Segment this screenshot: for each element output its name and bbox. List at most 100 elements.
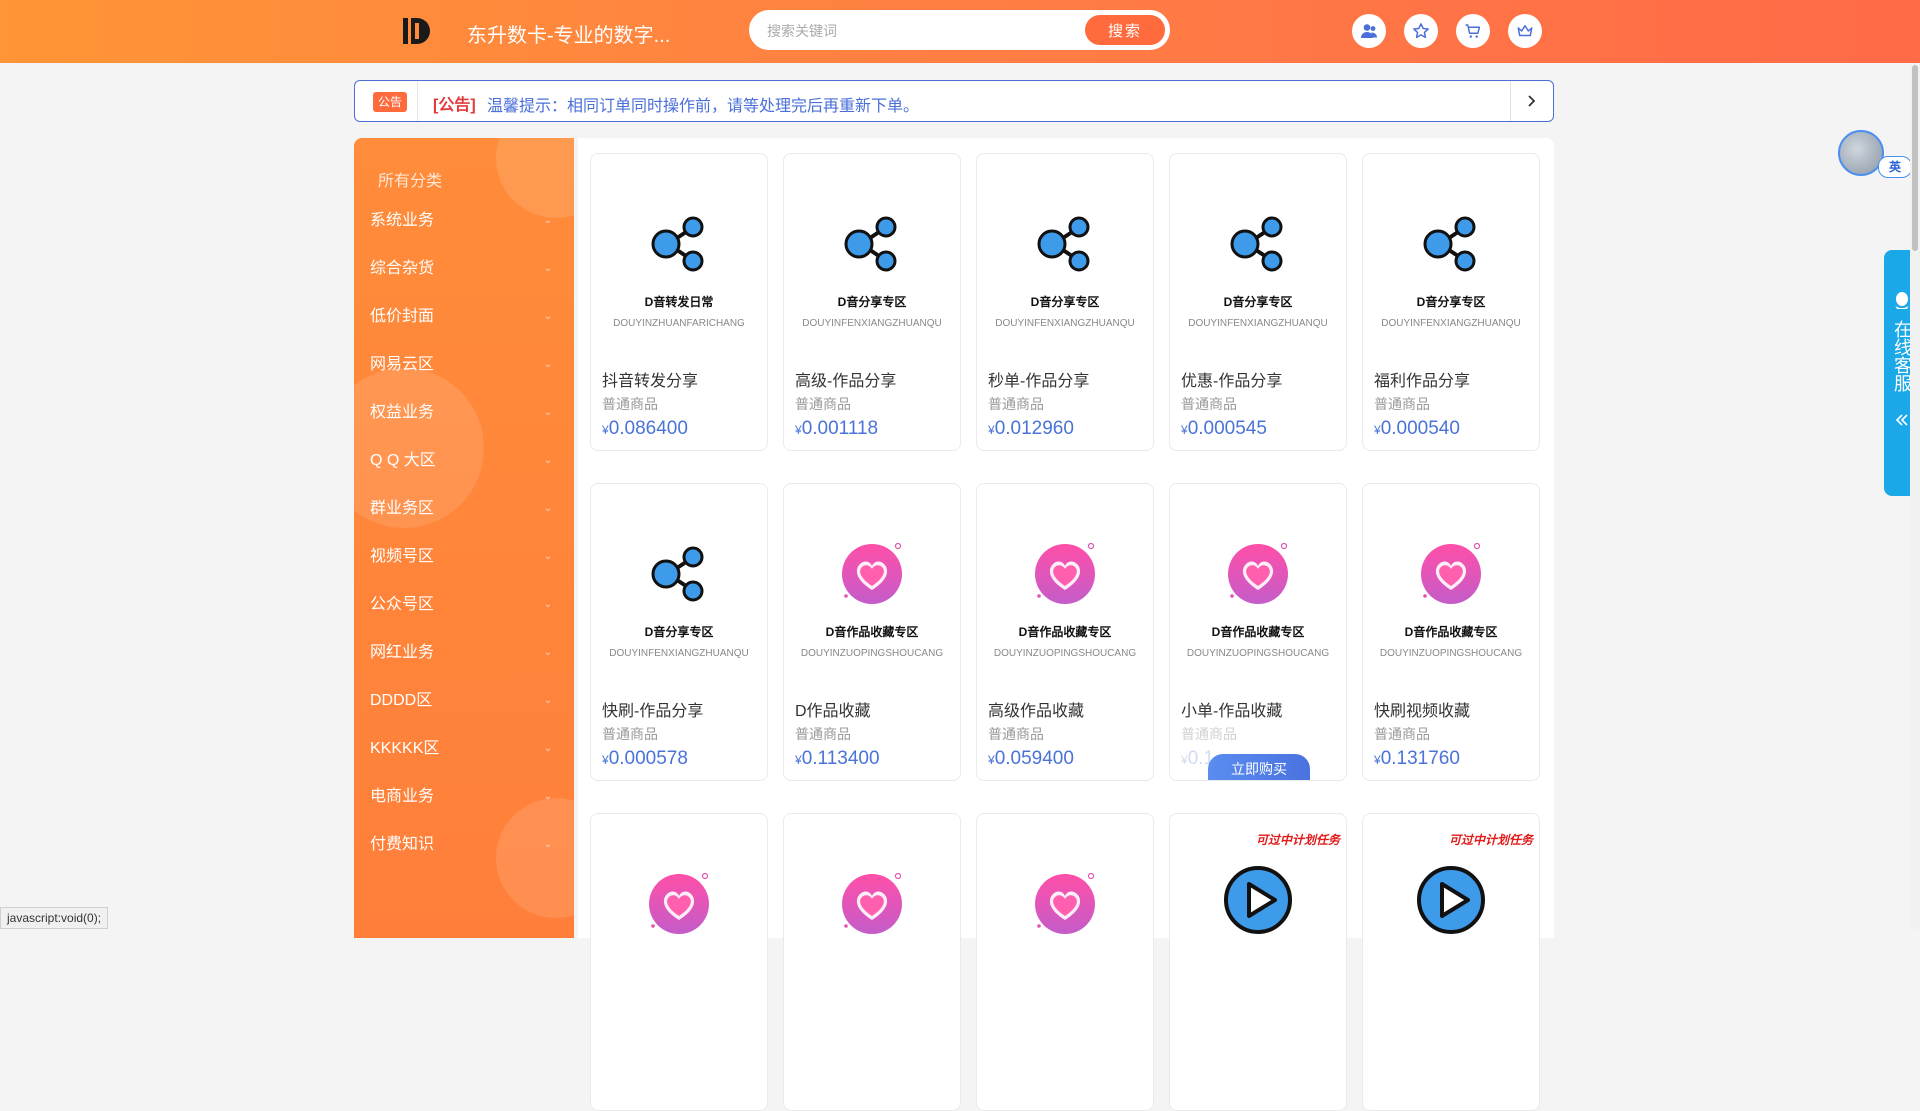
product-name[interactable]: D作品收藏	[795, 697, 871, 721]
product-card[interactable]: D音作品收藏专区 DOUYINZUOPINGSHOUCANG 快刷视频收藏 普通商品 ¥…	[1362, 483, 1540, 781]
sidebar-item[interactable]: Q Q 大区 ⌄	[370, 446, 560, 476]
product-card[interactable]: 可过中计划任务	[1169, 813, 1347, 1111]
currency-symbol: ¥	[1181, 423, 1188, 437]
product-card[interactable]: D音分享专区 DOUYINFENXIANGZHUANQU 优惠-作品分享 普通商品 ¥0…	[1169, 153, 1347, 451]
language-switcher[interactable]: 英	[1838, 130, 1920, 180]
product-image-title: D音分享专区	[837, 295, 907, 309]
cart-icon[interactable]	[1456, 14, 1490, 48]
chevron-down-icon: ⌄	[543, 743, 552, 754]
vip-crown-icon[interactable]	[1508, 14, 1542, 48]
product-image[interactable]: D音作品收藏专区 DOUYINZUOPINGSHOUCANG	[977, 484, 1153, 674]
heart-icon	[1027, 864, 1103, 945]
product-image[interactable]: 可过中计划任务	[1170, 814, 1346, 1004]
product-image[interactable]: D音分享专区 DOUYINFENXIANGZHUANQU	[977, 154, 1153, 344]
share-icon	[1418, 212, 1482, 281]
scrollbar-thumb[interactable]	[1912, 65, 1918, 251]
buy-now-button[interactable]: 立即购买	[1208, 754, 1310, 780]
favorite-star-icon[interactable]	[1404, 14, 1438, 48]
product-name[interactable]: 快刷-作品分享	[602, 697, 703, 721]
product-name[interactable]: 秒单-作品分享	[988, 367, 1089, 391]
notice-next-button[interactable]	[1510, 81, 1553, 121]
search-button[interactable]: 搜索	[1085, 15, 1165, 45]
product-image[interactable]: D音分享专区 DOUYINFENXIANGZHUANQU	[591, 484, 767, 674]
product-card[interactable]: D音作品收藏专区 DOUYINZUOPINGSHOUCANG 小单-作品收藏 普通商品…	[1169, 483, 1347, 781]
product-name[interactable]: 福利作品分享	[1374, 367, 1470, 391]
product-card[interactable]: D音作品收藏专区 DOUYINZUOPINGSHOUCANG 高级作品收藏 普通商品 ¥…	[976, 483, 1154, 781]
product-name[interactable]: 抖音转发分享	[602, 367, 698, 391]
product-type: 普通商品	[795, 396, 851, 412]
product-image-title: D音作品收藏专区	[1404, 625, 1498, 639]
sidebar-item-label: 网易云区	[370, 356, 435, 373]
notice-text[interactable]: 温馨提示：相同订单同时操作前，请等处理完后再重新下单。	[487, 92, 919, 116]
product-card[interactable]: D音分享专区 DOUYINFENXIANGZHUANQU 福利作品分享 普通商品 ¥0.…	[1362, 153, 1540, 451]
search-input[interactable]	[765, 16, 1069, 46]
site-logo-icon[interactable]	[400, 14, 434, 48]
product-card[interactable]: D音作品收藏专区 DOUYINZUOPINGSHOUCANG D作品收藏 普通商品 ¥0…	[783, 483, 961, 781]
sidebar-item[interactable]: 低价封面 ⌄	[370, 302, 560, 332]
site-title[interactable]: 东升数卡-专业的数字...	[467, 19, 670, 48]
sidebar-item[interactable]: 电商业务 ⌄	[370, 782, 560, 812]
product-name[interactable]: 优惠-作品分享	[1181, 367, 1282, 391]
sidebar-item[interactable]: 视频号区 ⌄	[370, 542, 560, 572]
sidebar-item[interactable]: 权益业务 ⌄	[370, 398, 560, 428]
currency-symbol: ¥	[1181, 753, 1188, 767]
chevron-down-icon: ⌄	[543, 551, 552, 562]
product-image-subtitle: DOUYINFENXIANGZHUANQU	[995, 318, 1135, 329]
heart-icon	[834, 864, 910, 945]
product-card[interactable]	[976, 813, 1154, 1111]
product-name[interactable]: 快刷视频收藏	[1374, 697, 1470, 721]
sidebar-item[interactable]: DDDD区 ⌄	[370, 686, 560, 716]
product-type: 普通商品	[1374, 726, 1430, 742]
product-image[interactable]: D音分享专区 DOUYINFENXIANGZHUANQU	[784, 154, 960, 344]
sidebar-item-label: KKKKK区	[370, 740, 440, 757]
product-image-subtitle: DOUYINZHUANFARICHANG	[613, 318, 745, 329]
page-scrollbar[interactable]	[1910, 63, 1920, 929]
share-icon	[646, 212, 710, 281]
currency-symbol: ¥	[795, 423, 802, 437]
sidebar-item-label: 网红业务	[370, 644, 435, 661]
sidebar-item[interactable]: 系统业务 ⌄	[370, 206, 560, 236]
sidebar-item-label: 系统业务	[370, 212, 435, 229]
product-name[interactable]: 小单-作品收藏	[1181, 697, 1282, 721]
product-image[interactable]: D音转发日常 DOUYINZHUANFARICHANG	[591, 154, 767, 344]
product-image[interactable]	[784, 814, 960, 1004]
product-image[interactable]	[591, 814, 767, 1004]
product-tag: 可过中计划任务	[1255, 833, 1340, 847]
sidebar-item[interactable]: KKKKK区 ⌄	[370, 734, 560, 764]
user-icon[interactable]	[1352, 14, 1386, 48]
product-name[interactable]: 高级-作品分享	[795, 367, 896, 391]
sidebar-item[interactable]: 网易云区 ⌄	[370, 350, 560, 380]
heart-icon	[641, 864, 717, 945]
product-card[interactable]: D音转发日常 DOUYINZHUANFARICHANG 抖音转发分享 普通商品 ¥0.0…	[590, 153, 768, 451]
product-name[interactable]: 高级作品收藏	[988, 697, 1084, 721]
product-price: ¥0.001118	[795, 418, 878, 440]
sidebar-item[interactable]: 付费知识 ⌄	[370, 830, 560, 860]
product-card[interactable]	[590, 813, 768, 1111]
notice-tag: [公告]	[433, 97, 476, 114]
product-image-title: D音分享专区	[644, 625, 714, 639]
share-icon	[839, 212, 903, 281]
product-card[interactable]: D音分享专区 DOUYINFENXIANGZHUANQU 秒单-作品分享 普通商品 ¥0…	[976, 153, 1154, 451]
product-card[interactable]: D音分享专区 DOUYINFENXIANGZHUANQU 高级-作品分享普通商品 ¥0…	[783, 153, 961, 451]
product-image[interactable]: D音作品收藏专区 DOUYINZUOPINGSHOUCANG	[1363, 484, 1539, 674]
sidebar-item[interactable]: 网红业务 ⌄	[370, 638, 560, 668]
product-image[interactable]: D音作品收藏专区 DOUYINZUOPINGSHOUCANG	[1170, 484, 1346, 674]
product-card[interactable]: D音分享专区 DOUYINFENXIANGZHUANQU 快刷-作品分享 普通商品 ¥0…	[590, 483, 768, 781]
price-value: 0.000540	[1380, 418, 1460, 439]
product-card[interactable]: 可过中计划任务	[1362, 813, 1540, 1111]
product-card[interactable]	[783, 813, 961, 1111]
sidebar-item[interactable]: 公众号区 ⌄	[370, 590, 560, 620]
language-badge[interactable]: 英	[1878, 156, 1912, 178]
chevron-down-icon: ⌄	[543, 407, 552, 418]
product-image[interactable]: D音分享专区 DOUYINFENXIANGZHUANQU	[1363, 154, 1539, 344]
sidebar-item[interactable]: 群业务区 ⌄	[370, 494, 560, 524]
sidebar-item[interactable]: 综合杂货 ⌄	[370, 254, 560, 284]
chevron-down-icon: ⌄	[543, 359, 552, 370]
product-image[interactable]: 可过中计划任务	[1363, 814, 1539, 1004]
product-image-subtitle: DOUYINFENXIANGZHUANQU	[609, 648, 749, 659]
chevron-down-icon: ⌄	[543, 455, 552, 466]
product-image[interactable]: D音分享专区 DOUYINFENXIANGZHUANQU	[1170, 154, 1346, 344]
product-image-subtitle: DOUYINFENXIANGZHUANQU	[1188, 318, 1328, 329]
product-image[interactable]	[977, 814, 1153, 1004]
product-image[interactable]: D音作品收藏专区 DOUYINZUOPINGSHOUCANG	[784, 484, 960, 674]
